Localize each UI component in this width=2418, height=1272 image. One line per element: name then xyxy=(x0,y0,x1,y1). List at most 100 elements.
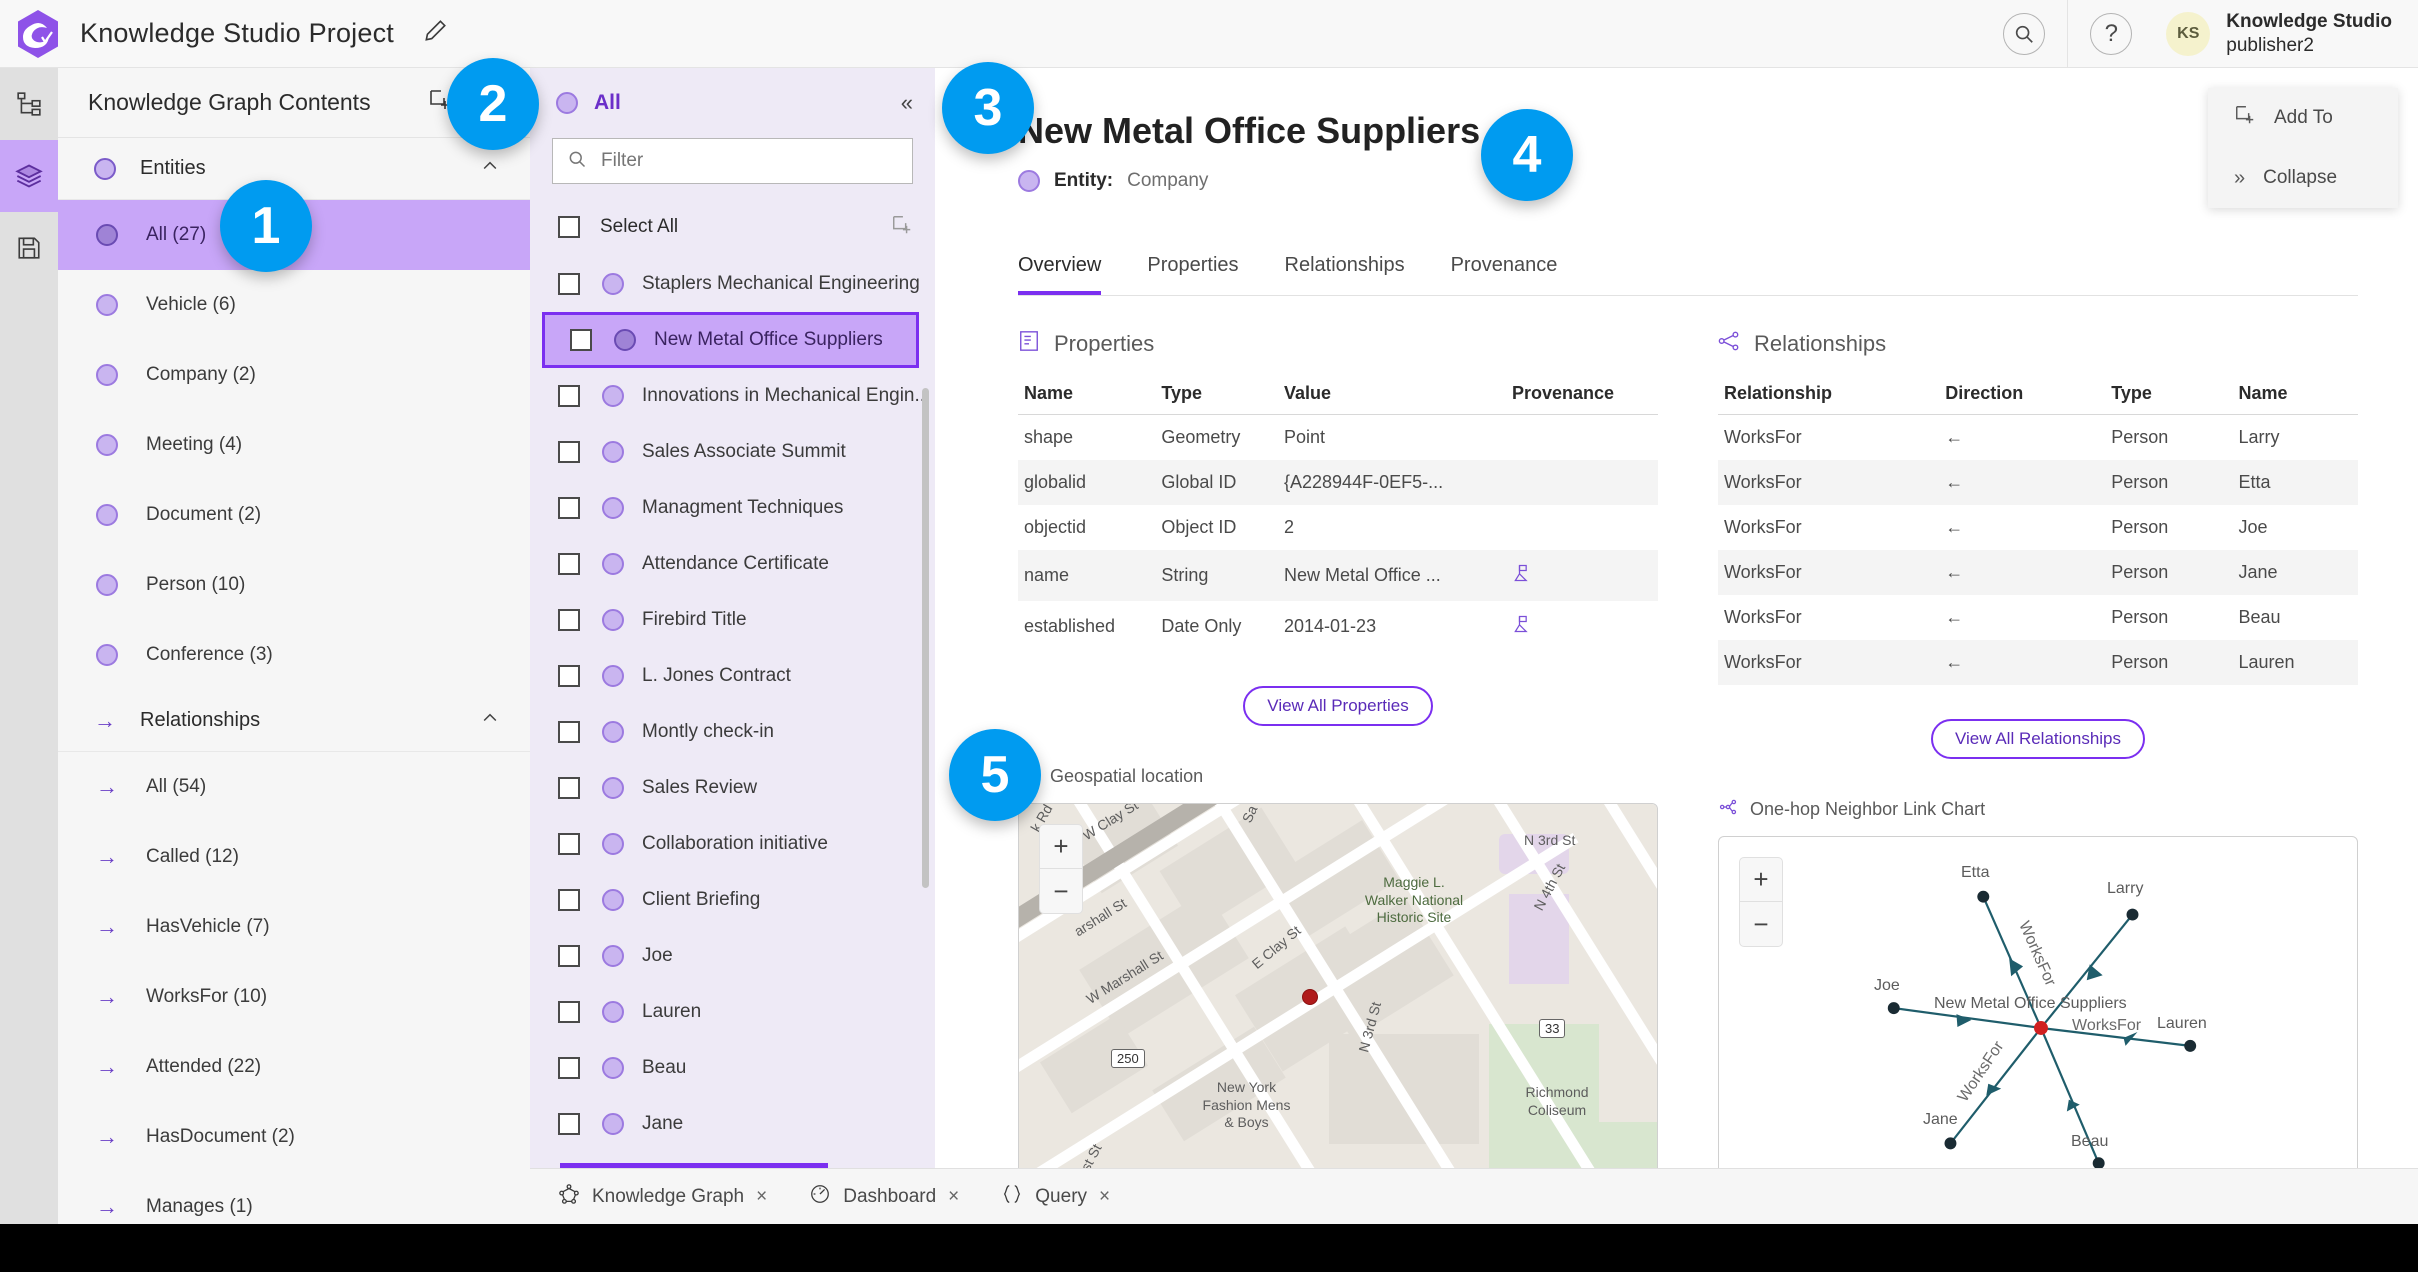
tab-properties[interactable]: Properties xyxy=(1147,254,1238,295)
list-item[interactable]: Jane xyxy=(530,1096,935,1152)
table-row[interactable]: WorksFor ← Person Jane xyxy=(1718,550,2358,595)
list-item[interactable]: Collaboration initiative xyxy=(530,816,935,872)
cell-name[interactable]: Joe xyxy=(2233,505,2359,550)
sidebar-item-entity[interactable]: Meeting (4) xyxy=(58,410,530,480)
tab-overview[interactable]: Overview xyxy=(1018,254,1102,295)
select-all-row[interactable]: Select All xyxy=(530,198,935,256)
list-scrollbar[interactable] xyxy=(922,388,929,888)
list-item[interactable]: Client Briefing xyxy=(530,872,935,928)
cell-name[interactable]: Jane xyxy=(2232,550,2358,595)
table-row[interactable]: objectid Object ID 2 xyxy=(1018,505,1658,550)
cell-relationship[interactable]: WorksFor xyxy=(1718,550,1940,595)
list-item[interactable]: Sales Review xyxy=(530,760,935,816)
list-item[interactable]: Managment Techniques xyxy=(530,480,935,536)
list-item[interactable]: Attendance Certificate xyxy=(530,536,935,592)
table-row[interactable]: WorksFor ← Person Larry xyxy=(1718,415,2358,461)
chart-zoom-controls[interactable]: + − xyxy=(1739,857,1783,947)
list-item[interactable]: Joe xyxy=(530,928,935,984)
sidebar-item-entity[interactable]: Person (10) xyxy=(58,550,530,620)
geospatial-map[interactable]: k Rd W Clay St Sa E Clay St arshall St W… xyxy=(1018,803,1658,1183)
list-item-checkbox[interactable] xyxy=(558,945,580,967)
flag-icon[interactable] xyxy=(1512,564,1532,588)
table-row[interactable]: WorksFor ← Person Etta xyxy=(1718,460,2358,505)
chart-zoom-in-button[interactable]: + xyxy=(1740,858,1782,902)
list-item-checkbox[interactable] xyxy=(558,833,580,855)
list-item-checkbox[interactable] xyxy=(558,273,580,295)
list-item-checkbox[interactable] xyxy=(558,497,580,519)
list-item[interactable]: Lauren xyxy=(530,984,935,1040)
list-item[interactable]: Montly check-in xyxy=(530,704,935,760)
list-item[interactable]: Beau xyxy=(530,1040,935,1096)
cell-relationship[interactable]: WorksFor xyxy=(1718,505,1939,550)
list-item-checkbox[interactable] xyxy=(558,609,580,631)
table-row[interactable]: shape Geometry Point xyxy=(1018,415,1658,461)
cell-name[interactable]: Beau xyxy=(2233,595,2359,640)
list-item-checkbox[interactable] xyxy=(558,1113,580,1135)
sidebar-item-hierarchy[interactable] xyxy=(0,68,58,140)
help-icon[interactable]: ? xyxy=(2090,12,2133,55)
sidebar-item-relationship[interactable]: → HasDocument (2) xyxy=(58,1102,530,1172)
context-menu-item-add-to[interactable]: Add To xyxy=(2208,88,2398,148)
list-item-checkbox[interactable] xyxy=(558,441,580,463)
flag-icon[interactable] xyxy=(1512,615,1532,639)
list-item-checkbox[interactable] xyxy=(558,553,580,575)
sidebar-item-entity[interactable]: Company (2) xyxy=(58,340,530,410)
cell-relationship[interactable]: WorksFor xyxy=(1718,415,1939,461)
search-input[interactable] xyxy=(601,150,898,172)
pencil-icon[interactable] xyxy=(422,18,448,49)
list-item-checkbox[interactable] xyxy=(570,329,592,351)
map-pin-marker[interactable] xyxy=(1302,989,1318,1005)
search-icon[interactable] xyxy=(2003,12,2046,55)
chevron-double-left-icon[interactable]: « xyxy=(901,90,913,116)
list-item-checkbox[interactable] xyxy=(558,889,580,911)
list-item[interactable]: Sales Associate Summit xyxy=(530,424,935,480)
list-item[interactable]: L. Jones Contract xyxy=(530,648,935,704)
table-row[interactable]: WorksFor ← Person Lauren xyxy=(1718,640,2358,685)
sidebar-item-relationship[interactable]: → Called (12) xyxy=(58,822,530,892)
cell-relationship[interactable]: WorksFor xyxy=(1718,640,1940,685)
close-icon[interactable]: × xyxy=(756,1186,767,1208)
view-all-relationships-button[interactable]: View All Relationships xyxy=(1931,719,2145,759)
tab-provenance[interactable]: Provenance xyxy=(1451,254,1558,295)
list-item[interactable]: Innovations in Mechanical Engin... xyxy=(530,368,935,424)
sidebar-item-relationship[interactable]: → All (54) xyxy=(58,752,530,822)
avatar[interactable]: KS xyxy=(2166,11,2211,56)
list-item-checkbox[interactable] xyxy=(558,777,580,799)
cell-provenance[interactable] xyxy=(1506,601,1658,652)
cell-name[interactable]: Etta xyxy=(2232,460,2358,505)
sidebar-item-entity[interactable]: Document (2) xyxy=(58,480,530,550)
filter-box[interactable] xyxy=(552,138,913,184)
table-row[interactable]: WorksFor ← Person Beau xyxy=(1718,595,2358,640)
relationships-group-header[interactable]: → Relationships xyxy=(58,690,530,752)
list-item-checkbox[interactable] xyxy=(558,721,580,743)
chart-zoom-out-button[interactable]: − xyxy=(1740,902,1782,946)
list-item-checkbox[interactable] xyxy=(558,385,580,407)
sidebar-item-save[interactable] xyxy=(0,212,58,284)
view-all-properties-button[interactable]: View All Properties xyxy=(1243,686,1433,726)
sidebar-item-entity[interactable]: Conference (3) xyxy=(58,620,530,690)
list-item-checkbox[interactable] xyxy=(558,1001,580,1023)
list-item[interactable]: Staplers Mechanical Engineering xyxy=(530,256,935,312)
sidebar-item-relationship[interactable]: → WorksFor (10) xyxy=(58,962,530,1032)
close-icon[interactable]: × xyxy=(948,1186,959,1208)
sidebar-item-entity[interactable]: Vehicle (6) xyxy=(58,270,530,340)
cell-name[interactable]: Lauren xyxy=(2232,640,2358,685)
bottom-tab-query[interactable]: Query × xyxy=(1001,1183,1110,1211)
close-icon[interactable]: × xyxy=(1099,1186,1110,1208)
map-zoom-in-button[interactable]: + xyxy=(1040,825,1082,869)
add-to-icon[interactable] xyxy=(891,214,913,241)
bottom-tab-dashboard[interactable]: Dashboard × xyxy=(809,1183,959,1211)
cell-name[interactable]: Larry xyxy=(2233,415,2359,461)
table-row[interactable]: name String New Metal Office ... xyxy=(1018,550,1658,601)
tab-relationships[interactable]: Relationships xyxy=(1285,254,1405,295)
table-row[interactable]: WorksFor ← Person Joe xyxy=(1718,505,2358,550)
select-all-checkbox[interactable] xyxy=(558,216,580,238)
list-item-checkbox[interactable] xyxy=(558,1057,580,1079)
map-zoom-controls[interactable]: + − xyxy=(1039,824,1083,914)
table-row[interactable]: established Date Only 2014-01-23 xyxy=(1018,601,1658,652)
sidebar-item-layers[interactable] xyxy=(0,140,58,212)
bottom-tab-knowledge-graph[interactable]: Knowledge Graph × xyxy=(558,1183,767,1211)
cell-relationship[interactable]: WorksFor xyxy=(1718,595,1939,640)
list-item-checkbox[interactable] xyxy=(558,665,580,687)
cell-provenance[interactable] xyxy=(1505,550,1658,601)
